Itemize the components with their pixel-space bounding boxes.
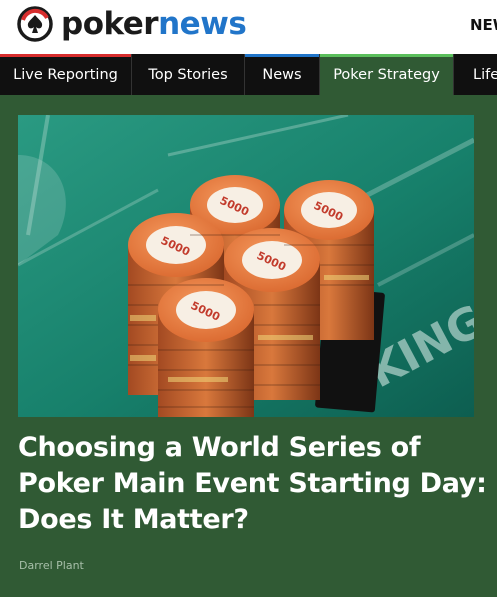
pokernews-logo[interactable]: pokernews: [17, 6, 247, 42]
nav-accent-bar: [0, 54, 131, 57]
article-hero-image[interactable]: KING 5000 5000 5000 5000 5000: [18, 115, 474, 417]
logo-word-poker: poker: [61, 6, 159, 42]
nav-accent-bar: [245, 54, 319, 57]
nav-item-poker-strategy[interactable]: Poker Strategy: [320, 54, 454, 95]
nav-item-label: News: [262, 67, 302, 83]
pokernews-spade-icon: [17, 6, 53, 42]
nav-item-top-stories[interactable]: Top Stories: [132, 54, 245, 95]
nav-item-lifestyle[interactable]: Life: [454, 54, 497, 95]
nav-item-label: Live Reporting: [13, 67, 118, 83]
nav-accent-bar: [320, 54, 453, 57]
logo-word-news: news: [158, 6, 247, 42]
logo-wordmark: pokernews: [61, 6, 247, 42]
nav-item-news[interactable]: News: [245, 54, 320, 95]
poker-chips-photo: KING 5000 5000 5000 5000 5000: [18, 115, 474, 417]
article-author[interactable]: Darrel Plant: [19, 559, 84, 572]
header-link-new[interactable]: NEW: [470, 16, 497, 34]
nav-item-live-reporting[interactable]: Live Reporting: [0, 54, 132, 95]
nav-item-label: Life: [473, 67, 497, 83]
nav-item-label: Top Stories: [148, 67, 228, 83]
main-nav: Live Reporting Top Stories News Poker St…: [0, 54, 497, 95]
article-headline[interactable]: Choosing a World Series of Poker Main Ev…: [18, 430, 488, 538]
chip-stack: 5000: [158, 278, 254, 417]
nav-item-label: Poker Strategy: [333, 67, 440, 83]
site-header: pokernews NEW: [0, 0, 497, 54]
